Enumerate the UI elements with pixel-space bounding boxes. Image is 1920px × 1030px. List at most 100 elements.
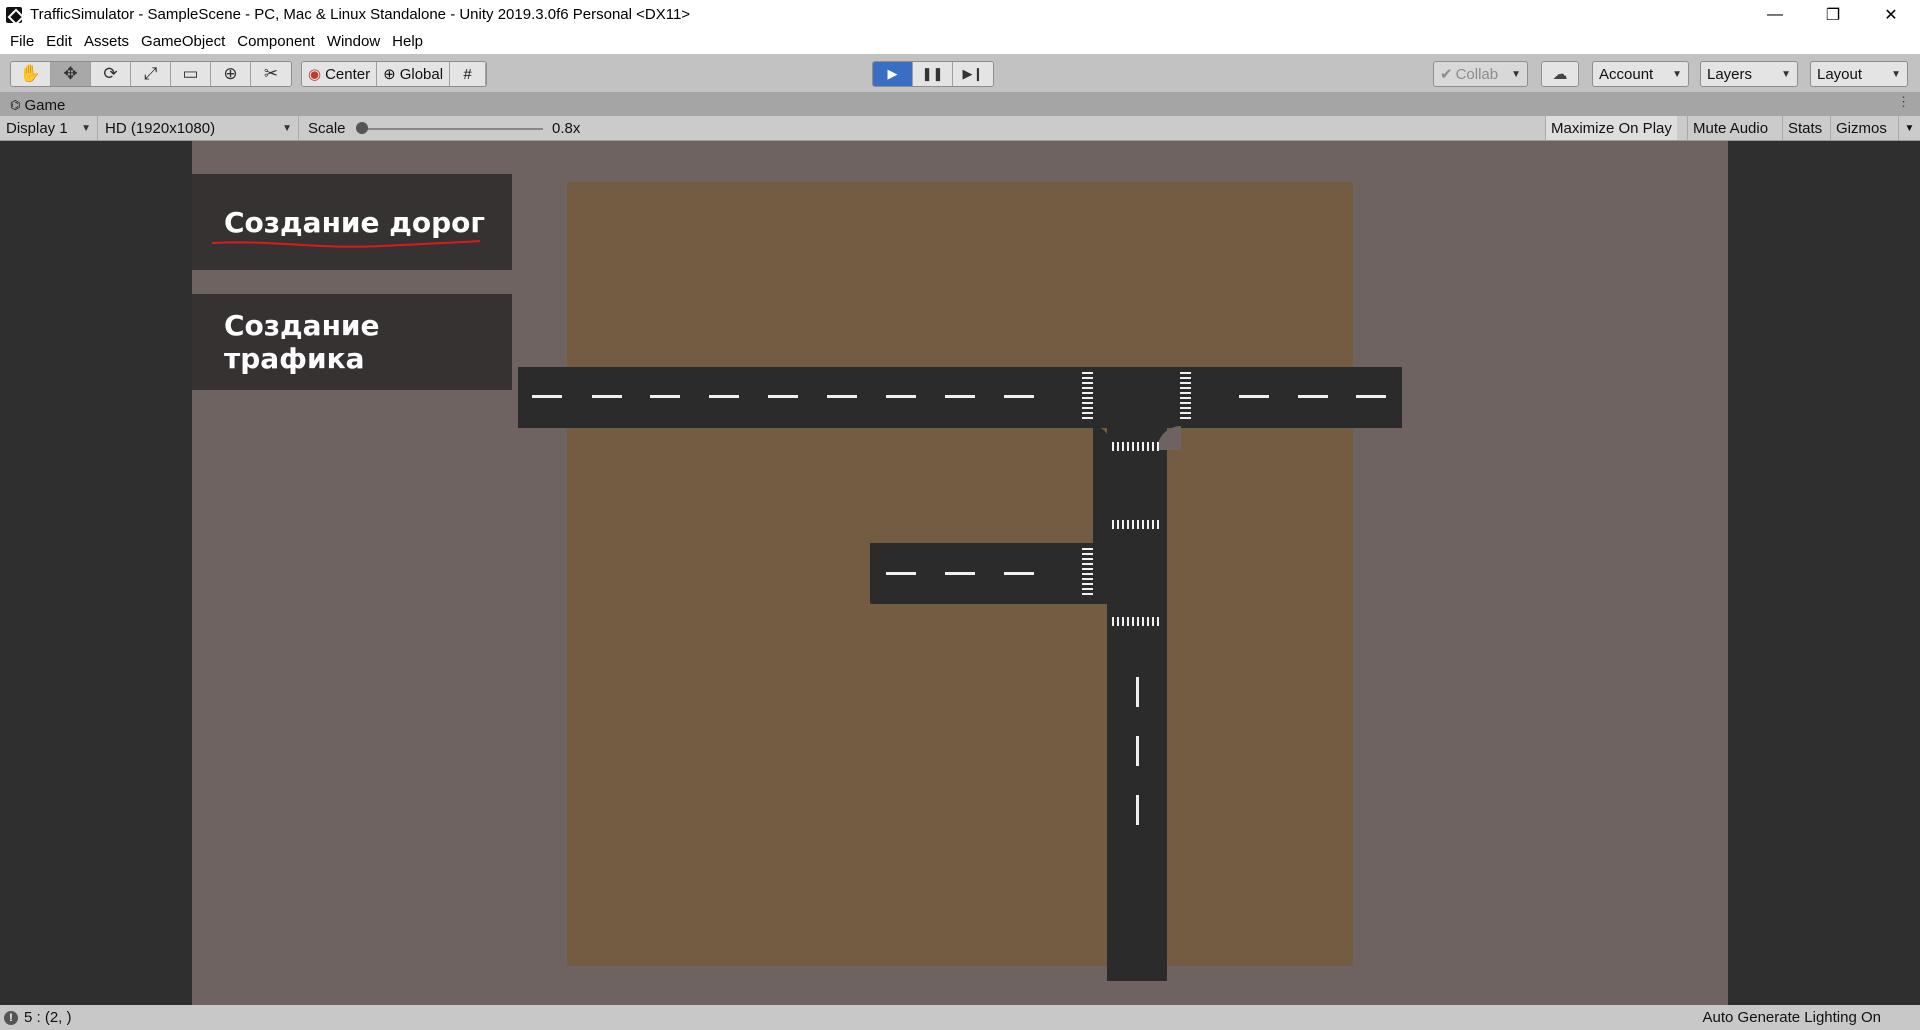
rotate-tool-icon[interactable]: ⟳ (91, 62, 131, 86)
game-view: Создание дорог Создание трафика (0, 141, 1920, 1005)
crosswalk (1180, 372, 1191, 422)
console-message[interactable]: 5 : (2, ) (24, 1009, 72, 1026)
step-button[interactable]: ▶❙ (953, 62, 993, 86)
chevron-down-icon: ▼ (1672, 68, 1682, 80)
lane-marking (886, 572, 916, 575)
menu-component[interactable]: Component (231, 33, 321, 50)
lighting-status: Auto Generate Lighting On (1702, 1009, 1881, 1026)
create-traffic-button[interactable]: Создание трафика (192, 294, 512, 390)
minimize-button[interactable]: — (1746, 0, 1804, 29)
mute-audio-toggle[interactable]: Mute Audio (1687, 116, 1773, 140)
tab-game[interactable]: ⌬ Game (0, 94, 75, 116)
menu-assets[interactable]: Assets (78, 33, 135, 50)
cloud-button[interactable]: ☁ (1541, 61, 1579, 87)
stats-toggle[interactable]: Stats (1782, 116, 1827, 140)
rect-tool-icon[interactable]: ▭ (171, 62, 211, 86)
tab-bar: ⌬ Game ⋮ (0, 92, 1920, 116)
lane-marking (1298, 395, 1328, 398)
resolution-dropdown[interactable]: HD (1920x1080) ▼ (99, 116, 299, 140)
tab-game-label: Game (24, 96, 66, 114)
lane-marking (1004, 395, 1034, 398)
lane-marking (768, 395, 798, 398)
globe-icon: ⊕ (383, 66, 396, 83)
account-dropdown[interactable]: Account ▼ (1592, 61, 1689, 87)
pivot-center-icon: ◉ (308, 66, 322, 83)
create-roads-label: Создание дорог (224, 205, 486, 239)
chevron-down-icon: ▼ (1781, 68, 1791, 80)
window-title: TrafficSimulator - SampleScene - PC, Mac… (30, 6, 691, 23)
tab-options-icon[interactable]: ⋮ (1897, 94, 1910, 110)
custom-tool-icon[interactable]: ✂ (251, 62, 291, 86)
transform-tools: ✋ ✥ ⟳ ⤢ ▭ ⊕ ✂ (10, 61, 292, 87)
unity-logo-icon (6, 6, 22, 23)
scale-label: Scale (308, 119, 346, 137)
scale-slider-track[interactable] (358, 128, 543, 130)
road-corner (1093, 426, 1109, 546)
lane-marking (592, 395, 622, 398)
status-bar: ! 5 : (2, ) Auto Generate Lighting On (0, 1005, 1920, 1030)
maximize-on-play-toggle[interactable]: Maximize On Play (1545, 116, 1677, 140)
pivot-toggles: ◉ Center ⊕ Global # (301, 61, 488, 87)
create-roads-button[interactable]: Создание дорог (192, 174, 512, 270)
chevron-down-icon: ▼ (81, 122, 91, 134)
display-dropdown[interactable]: Display 1 ▼ (0, 116, 98, 140)
menu-edit[interactable]: Edit (40, 33, 78, 50)
menu-help[interactable]: Help (386, 33, 429, 50)
layers-dropdown[interactable]: Layers ▼ (1700, 61, 1798, 87)
account-label: Account (1599, 65, 1654, 83)
main-toolbar: ✋ ✥ ⟳ ⤢ ▭ ⊕ ✂ ◉ Center ⊕ Global # ▶ ❚❚ ▶… (0, 54, 1920, 92)
lane-marking (827, 395, 857, 398)
pivot-rotation-button[interactable]: ⊕ Global (377, 62, 451, 86)
chevron-down-icon: ▼ (1511, 68, 1521, 80)
lane-marking (650, 395, 680, 398)
check-icon: ✔ (1440, 66, 1453, 83)
lane-marking (1004, 572, 1034, 575)
grid-snap-button[interactable]: # (450, 62, 487, 86)
game-view-toolbar: Display 1 ▼ HD (1920x1080) ▼ Scale 0.8x … (0, 116, 1920, 141)
play-button[interactable]: ▶ (873, 62, 913, 86)
layers-label: Layers (1707, 65, 1753, 83)
layout-dropdown[interactable]: Layout ▼ (1810, 61, 1908, 87)
red-underline-annotation (212, 240, 481, 248)
collab-label: Collab (1455, 65, 1499, 83)
close-button[interactable]: ✕ (1862, 0, 1920, 29)
pivot-mode-button[interactable]: ◉ Center (302, 62, 378, 86)
hand-tool-icon[interactable]: ✋ (11, 62, 51, 86)
lane-marking (1239, 395, 1269, 398)
title-bar: TrafficSimulator - SampleScene - PC, Mac… (0, 0, 1920, 29)
window-controls: — ❐ ✕ (1746, 0, 1920, 29)
gizmos-dropdown[interactable]: ▼ (1898, 116, 1920, 140)
scale-tool-icon[interactable]: ⤢ (131, 62, 171, 86)
lane-marking (886, 395, 916, 398)
menu-file[interactable]: File (4, 33, 40, 50)
warning-icon[interactable]: ! (4, 1010, 18, 1025)
restore-button[interactable]: ❐ (1804, 0, 1862, 29)
create-traffic-label: Создание трафика (224, 309, 380, 375)
grid-snap-icon: # (463, 65, 472, 83)
lane-marking (1136, 795, 1139, 825)
cloud-icon: ☁ (1552, 66, 1568, 83)
menu-gameobject[interactable]: GameObject (135, 33, 231, 50)
crosswalk (1112, 520, 1162, 529)
pivot-mode-label: Center (325, 65, 371, 83)
transform-tool-icon[interactable]: ⊕ (211, 62, 251, 86)
crosswalk (1082, 372, 1093, 422)
pause-button[interactable]: ❚❚ (913, 62, 953, 86)
layout-label: Layout (1817, 65, 1863, 83)
gamepad-icon: ⌬ (10, 98, 21, 112)
chevron-down-icon: ▼ (1891, 68, 1901, 80)
resolution-label: HD (1920x1080) (105, 119, 216, 137)
menu-bar: File Edit Assets GameObject Component Wi… (0, 29, 1920, 54)
game-scene: Создание дорог Создание трафика (192, 141, 1728, 1005)
collab-dropdown[interactable]: ✔ Collab ▼ (1433, 61, 1528, 87)
play-controls: ▶ ❚❚ ▶❙ (872, 61, 994, 87)
crosswalk (1112, 617, 1162, 626)
pivot-rotation-label: Global (399, 65, 444, 83)
crosswalk (1112, 442, 1162, 451)
lane-marking (1136, 677, 1139, 707)
scale-slider-handle[interactable] (356, 122, 368, 134)
gizmos-toggle[interactable]: Gizmos (1830, 116, 1904, 140)
menu-window[interactable]: Window (321, 33, 386, 50)
move-tool-icon[interactable]: ✥ (51, 62, 91, 86)
lane-marking (532, 395, 562, 398)
